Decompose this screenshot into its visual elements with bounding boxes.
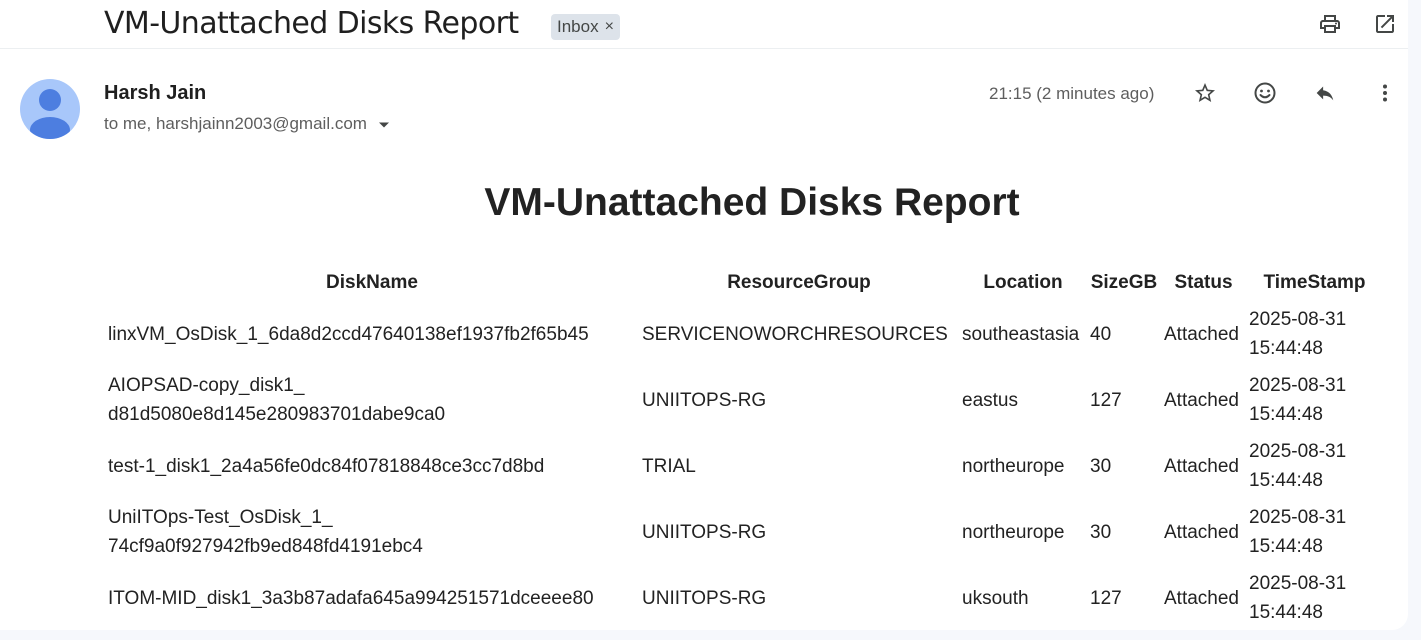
report-title: VM-Unattached Disks Report bbox=[484, 181, 1020, 224]
status-cell: Attached bbox=[1164, 323, 1239, 345]
disk-name-line: 74cf9a0f927942fb9ed848fd4191ebc4 bbox=[108, 536, 423, 557]
timestamp-cell: 2025-08-31 15:44:48 bbox=[1247, 302, 1382, 366]
timestamp-time: 15:44:48 bbox=[1249, 470, 1323, 491]
resource-group-cell: UNIITOPS-RG bbox=[642, 587, 767, 609]
label-name: Inbox bbox=[557, 17, 599, 36]
sender-avatar[interactable] bbox=[20, 79, 80, 139]
timestamp-time: 15:44:48 bbox=[1249, 602, 1323, 623]
disk-name-line: AIOPSAD-copy_disk1_ bbox=[108, 375, 305, 396]
resource-group-cell: SERVICENOWORCHRESOURCES bbox=[642, 323, 948, 345]
location-cell: northeurope bbox=[962, 455, 1065, 477]
more-vert-icon bbox=[1373, 81, 1397, 110]
timestamp-cell: 2025-08-31 15:44:48 bbox=[1247, 566, 1382, 630]
location-cell: northeurope bbox=[962, 521, 1065, 543]
reply-button[interactable] bbox=[1307, 77, 1343, 113]
disk-name-cell: linxVM_OsDisk_1_6da8d2ccd47640138ef1937f… bbox=[106, 302, 638, 366]
disk-name-line: linxVM_OsDisk_1_6da8d2ccd47640138ef1937f… bbox=[108, 323, 589, 345]
timestamp-cell: 2025-08-31 15:44:48 bbox=[1247, 500, 1382, 564]
timestamp-date: 2025-08-31 bbox=[1249, 375, 1347, 396]
table-header-row: DiskName ResourceGroup Location SizeGB S… bbox=[106, 265, 1382, 300]
resource-group-cell: UNIITOPS-RG bbox=[642, 389, 767, 411]
reply-icon bbox=[1313, 81, 1337, 110]
table-row: linxVM_OsDisk_1_6da8d2ccd47640138ef1937f… bbox=[106, 302, 1382, 366]
size-gb-cell: 40 bbox=[1090, 323, 1112, 345]
location-cell: uksouth bbox=[962, 587, 1029, 609]
resource-group-cell: TRIAL bbox=[642, 455, 696, 477]
timestamp-time: 15:44:48 bbox=[1249, 338, 1323, 359]
timestamp-date: 2025-08-31 bbox=[1249, 309, 1347, 330]
header-status: Status bbox=[1174, 271, 1233, 293]
resource-group-cell: UNIITOPS-RG bbox=[642, 521, 767, 543]
header-timestamp: TimeStamp bbox=[1263, 271, 1366, 293]
disk-name-line: ITOM-MID_disk1_3a3b87adafa645a994251571d… bbox=[108, 587, 594, 609]
recipients-line: to me, harshjainn2003@gmail.com bbox=[104, 114, 391, 134]
header-size-gb: SizeGB bbox=[1090, 271, 1158, 293]
show-details-button[interactable] bbox=[377, 117, 391, 131]
sender-name[interactable]: Harsh Jain bbox=[104, 82, 206, 105]
inbox-label-chip[interactable]: Inbox × bbox=[551, 14, 620, 40]
table-row: AIOPSAD-copy_disk1_ d81d5080e8d145e280983… bbox=[106, 368, 1382, 432]
timestamp-cell: 2025-08-31 15:44:48 bbox=[1247, 434, 1382, 498]
disk-name-line: UniITOps-Test_OsDisk_1_ bbox=[108, 507, 333, 528]
email-timestamp: 21:15 (2 minutes ago) bbox=[989, 84, 1155, 103]
open-in-new-window-button[interactable] bbox=[1367, 8, 1403, 44]
size-gb-cell: 127 bbox=[1090, 587, 1122, 609]
remove-label-icon[interactable]: × bbox=[605, 18, 614, 36]
printer-icon bbox=[1318, 12, 1342, 41]
more-options-button[interactable] bbox=[1367, 77, 1403, 113]
timestamp-date: 2025-08-31 bbox=[1249, 441, 1347, 462]
table-row: UniITOps-Test_OsDisk_1_ 74cf9a0f927942fb9… bbox=[106, 500, 1382, 564]
email-view: VM-Unattached Disks Report Inbox × Harsh… bbox=[0, 0, 1408, 630]
size-gb-cell: 30 bbox=[1090, 521, 1112, 543]
location-cell: eastus bbox=[962, 389, 1018, 411]
open-in-new-window-icon bbox=[1373, 12, 1397, 41]
add-reaction-button[interactable] bbox=[1247, 77, 1283, 113]
header-location: Location bbox=[983, 271, 1063, 293]
header-resource-group: ResourceGroup bbox=[727, 271, 871, 293]
status-cell: Attached bbox=[1164, 389, 1239, 411]
timestamp-cell: 2025-08-31 15:44:48 bbox=[1247, 368, 1382, 432]
size-gb-cell: 30 bbox=[1090, 455, 1112, 477]
timestamp-date: 2025-08-31 bbox=[1249, 573, 1347, 594]
location-cell: southeastasia bbox=[962, 323, 1080, 345]
status-cell: Attached bbox=[1164, 587, 1239, 609]
status-cell: Attached bbox=[1164, 455, 1239, 477]
subject-bar: VM-Unattached Disks Report Inbox × bbox=[0, 0, 1408, 49]
disk-name-cell: test-1_disk1_2a4a56fe0dc84f07818848ce3cc… bbox=[106, 434, 638, 498]
star-icon bbox=[1193, 81, 1217, 110]
disk-name-line: d81d5080e8d145e280983701dabe9ca0 bbox=[108, 404, 446, 425]
disks-report-table: DiskName ResourceGroup Location SizeGB S… bbox=[104, 263, 1384, 630]
header-disk-name: DiskName bbox=[326, 271, 418, 293]
dropdown-caret-icon bbox=[378, 122, 389, 128]
disk-name-cell: ITOM-MID_disk1_3a3b87adafa645a994251571d… bbox=[106, 566, 638, 630]
table-row: test-1_disk1_2a4a56fe0dc84f07818848ce3cc… bbox=[106, 434, 1382, 498]
star-button[interactable] bbox=[1187, 77, 1223, 113]
email-subject: VM-Unattached Disks Report bbox=[104, 6, 519, 41]
disk-name-cell: UniITOps-Test_OsDisk_1_ 74cf9a0f927942fb9… bbox=[106, 500, 638, 564]
default-avatar-icon bbox=[30, 89, 70, 139]
timestamp-date: 2025-08-31 bbox=[1249, 507, 1347, 528]
size-gb-cell: 127 bbox=[1090, 389, 1122, 411]
timestamp-time: 15:44:48 bbox=[1249, 536, 1323, 557]
print-button[interactable] bbox=[1312, 8, 1348, 44]
emoji-reaction-icon bbox=[1253, 81, 1277, 110]
timestamp-time: 15:44:48 bbox=[1249, 404, 1323, 425]
recipients-text: to me, harshjainn2003@gmail.com bbox=[104, 114, 367, 133]
disk-name-cell: AIOPSAD-copy_disk1_ d81d5080e8d145e280983… bbox=[106, 368, 638, 432]
table-row: ITOM-MID_disk1_3a3b87adafa645a994251571d… bbox=[106, 566, 1382, 630]
disk-name-line: test-1_disk1_2a4a56fe0dc84f07818848ce3cc… bbox=[108, 455, 545, 477]
status-cell: Attached bbox=[1164, 521, 1239, 543]
